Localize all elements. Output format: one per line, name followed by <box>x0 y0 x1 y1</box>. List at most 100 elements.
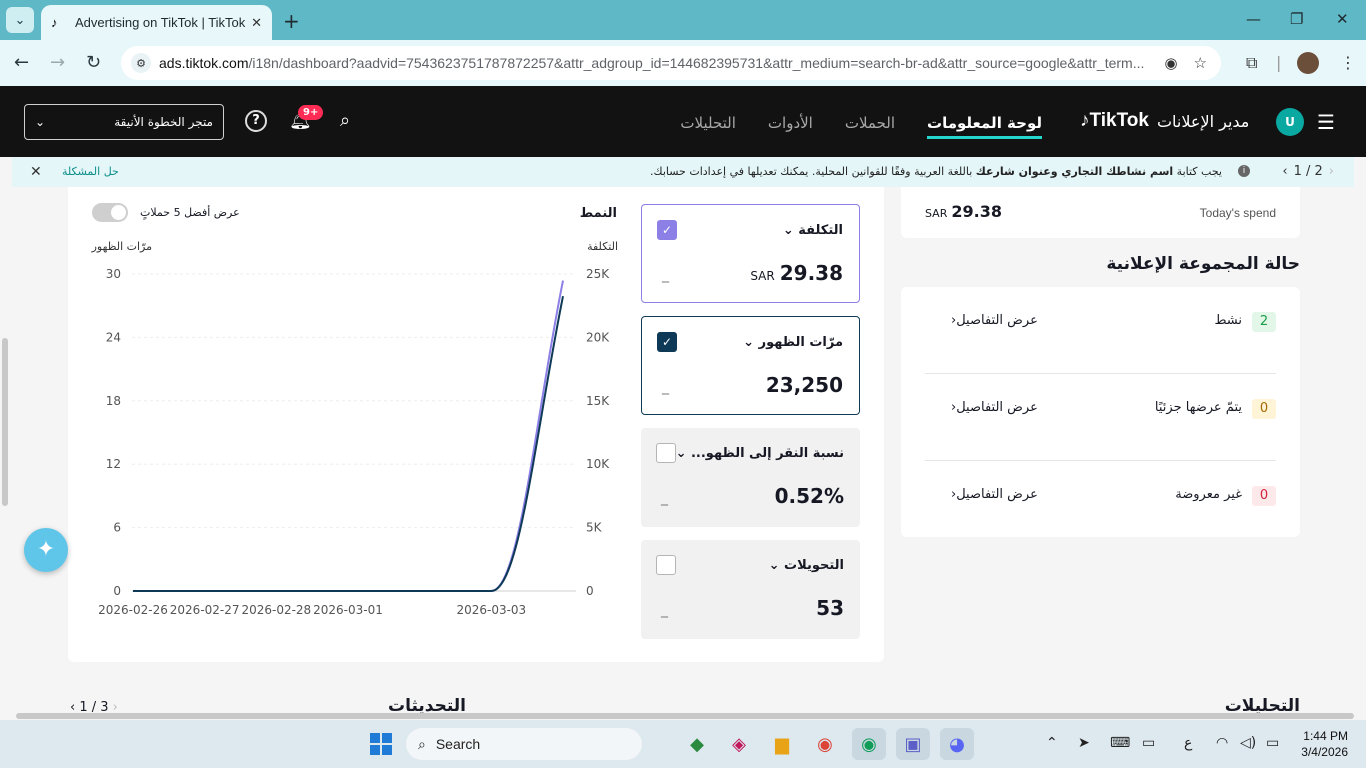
new-tab-button[interactable]: + <box>283 9 300 33</box>
wifi-icon[interactable]: ◠ <box>1216 735 1228 751</box>
horizontal-scrollbar[interactable] <box>16 713 1354 719</box>
taskbar-search[interactable]: ⌕ Search <box>406 728 642 760</box>
metric-card-ctr[interactable]: نسبة النقر إلى الظهو... ⌄ 0.52% _ <box>641 428 860 527</box>
chrome-icon[interactable]: ◉ <box>808 728 842 760</box>
checkbox-checked-icon[interactable]: ✓ <box>657 332 677 352</box>
performance-line-chart: 3024181260 25K20K15K10K5K0 2026-02-26 202… <box>91 240 618 617</box>
checkbox-icon[interactable] <box>656 443 676 463</box>
keyboard-icon[interactable]: ⌨ <box>1110 735 1130 751</box>
status-name: غير معروضة <box>1175 487 1242 502</box>
back-icon[interactable]: ← <box>14 52 29 73</box>
store-selector[interactable]: متجر الخطوة الأنيقة ⌄ <box>24 104 224 140</box>
tiktok-logo: ♪TikTok <box>1080 110 1149 131</box>
address-bar[interactable]: ⚙ ads.tiktok.com/i18n/dashboard?aadvid=7… <box>121 46 1221 80</box>
clock-time: 1:44 PM <box>1303 729 1348 743</box>
vertical-scrollbar[interactable] <box>2 338 8 506</box>
windows-start-icon[interactable] <box>370 733 392 755</box>
metric-trend: _ <box>661 602 668 618</box>
minimize-icon[interactable]: — <box>1246 10 1261 28</box>
notice-close-icon[interactable]: ✕ <box>30 164 42 180</box>
reload-icon[interactable]: ↻ <box>86 52 101 73</box>
teams-icon[interactable]: ▣ <box>896 728 930 760</box>
chrome-profile-icon[interactable]: ◉ <box>852 728 886 760</box>
search-icon: ⌕ <box>418 735 426 752</box>
y-right-axis-label: التكلفة <box>587 240 618 253</box>
y-left-tick-label: 6 <box>113 521 121 535</box>
fix-issue-link[interactable]: حل المشكلة <box>62 165 119 178</box>
view-details-link[interactable]: عرض التفاصيل‹ <box>941 313 1038 328</box>
extensions-icon[interactable]: ⧉ <box>1246 53 1257 73</box>
discord-icon[interactable]: ◕ <box>940 728 974 760</box>
metric-trend: _ <box>662 267 669 283</box>
tab-close-icon[interactable]: ✕ <box>251 15 262 31</box>
restore-icon[interactable]: ❐ <box>1290 10 1303 28</box>
close-window-icon[interactable]: ✕ <box>1336 10 1349 28</box>
chevron-right-icon[interactable]: › <box>1329 164 1334 179</box>
today-spend-value: SAR 29.38 <box>925 202 1002 221</box>
view-details-link[interactable]: عرض التفاصيل‹ <box>941 400 1038 415</box>
status-name: يتمّ عرضها جزئيًا <box>1154 400 1242 415</box>
toolbar-divider: | <box>1276 53 1282 72</box>
location-icon[interactable]: ➤ <box>1078 735 1090 751</box>
metric-name[interactable]: مرّات الظهور ⌄ <box>743 335 843 350</box>
chrome-menu-icon[interactable]: ⋮ <box>1340 53 1356 72</box>
url-text: ads.tiktok.com/i18n/dashboard?aadvid=754… <box>159 55 1145 71</box>
notice-page-text: 1 / 2 <box>1293 164 1323 179</box>
store-name: متجر الخطوة الأنيقة <box>114 115 213 129</box>
metric-card-impressions[interactable]: ✓ مرّات الظهور ⌄ 23,250 _ <box>641 316 860 415</box>
nav-dashboard[interactable]: لوحة المعلومات <box>927 114 1042 139</box>
tab-search-button[interactable]: ⌄ <box>6 7 34 33</box>
app-icon[interactable]: ◈ <box>722 728 756 760</box>
product-name: مدير الإعلانات <box>1156 111 1250 131</box>
tray-chevron-up-icon[interactable]: ⌃ <box>1046 735 1058 751</box>
notification-badge: 9+ <box>298 105 324 120</box>
status-count: 0 <box>1252 399 1276 419</box>
metric-name[interactable]: نسبة النقر إلى الظهو... ⌄ <box>676 446 844 461</box>
nav-campaigns[interactable]: الحملات <box>845 114 895 139</box>
series-line <box>133 280 564 592</box>
metric-card-conversions[interactable]: التحويلات ⌄ 53 _ <box>641 540 860 639</box>
nav-tools[interactable]: الأدوات <box>768 114 813 139</box>
site-info-icon[interactable]: ⚙ <box>131 53 151 73</box>
volume-icon[interactable]: ◁) <box>1240 735 1256 751</box>
browser-tab-bar: ⌄ ♪ Advertising on TikTok | TikTok A ✕ +… <box>0 0 1366 40</box>
hamburger-menu-icon[interactable]: ☰ <box>1312 108 1340 136</box>
y-left-tick-label: 30 <box>106 267 121 281</box>
app-icon[interactable]: ◆ <box>680 728 714 760</box>
x-tick-label: 2026-02-26 <box>98 603 168 617</box>
pattern-label: النمط <box>579 206 617 221</box>
browser-tab[interactable]: ♪ Advertising on TikTok | TikTok A ✕ <box>41 5 272 40</box>
metric-name[interactable]: التكلفة ⌄ <box>783 223 843 238</box>
profile-avatar[interactable] <box>1297 52 1319 74</box>
nav-analytics[interactable]: التحليلات <box>680 114 736 139</box>
metric-value: 53 <box>816 596 844 620</box>
help-icon[interactable]: ? <box>245 110 267 132</box>
metric-trend: _ <box>662 379 669 395</box>
chevron-left-icon[interactable]: ‹ <box>1282 164 1287 179</box>
brand-logo[interactable]: ♪TikTok مدير الإعلانات <box>1080 110 1249 132</box>
top5-toggle[interactable] <box>92 203 128 222</box>
file-explorer-icon[interactable]: ▆ <box>765 728 799 760</box>
search-icon[interactable]: ⌕ <box>334 110 356 132</box>
battery-icon[interactable]: ▭ <box>1266 735 1279 751</box>
today-spend-card: Today's spend SAR 29.38 <box>901 187 1300 238</box>
y-right-tick-label: 0 <box>586 584 594 598</box>
taskbar-clock[interactable]: 1:44 PM 3/4/2026 <box>1298 728 1348 760</box>
checkbox-checked-icon[interactable]: ✓ <box>657 220 677 240</box>
forward-icon[interactable]: → <box>50 52 65 73</box>
metric-name[interactable]: التحويلات ⌄ <box>769 558 844 573</box>
checkbox-icon[interactable] <box>656 555 676 575</box>
eye-slash-icon[interactable]: ◉ <box>1164 54 1177 72</box>
notice-banner: ✕ حل المشكلة يجب كتابة اسم نشاطك التجاري… <box>12 157 1354 187</box>
bookmark-star-icon[interactable]: ☆ <box>1194 54 1207 72</box>
assistant-sparkle-icon[interactable]: ✦ <box>24 528 68 572</box>
metric-card-cost[interactable]: ✓ التكلفة ⌄ SAR 29.38 _ <box>641 204 860 303</box>
adgroup-status-title: حالة المجموعة الإعلانية <box>1106 254 1300 274</box>
x-tick-label: 2026-02-27 <box>170 603 240 617</box>
metric-value: SAR 29.38 <box>750 261 843 285</box>
user-avatar[interactable]: U <box>1276 108 1304 136</box>
pen-icon[interactable]: ▭ <box>1142 735 1155 751</box>
notice-message: يجب كتابة اسم نشاطك التجاري وعنوان شارعك… <box>650 165 1222 178</box>
language-indicator[interactable]: ع <box>1184 735 1192 751</box>
view-details-link[interactable]: عرض التفاصيل‹ <box>941 487 1038 502</box>
